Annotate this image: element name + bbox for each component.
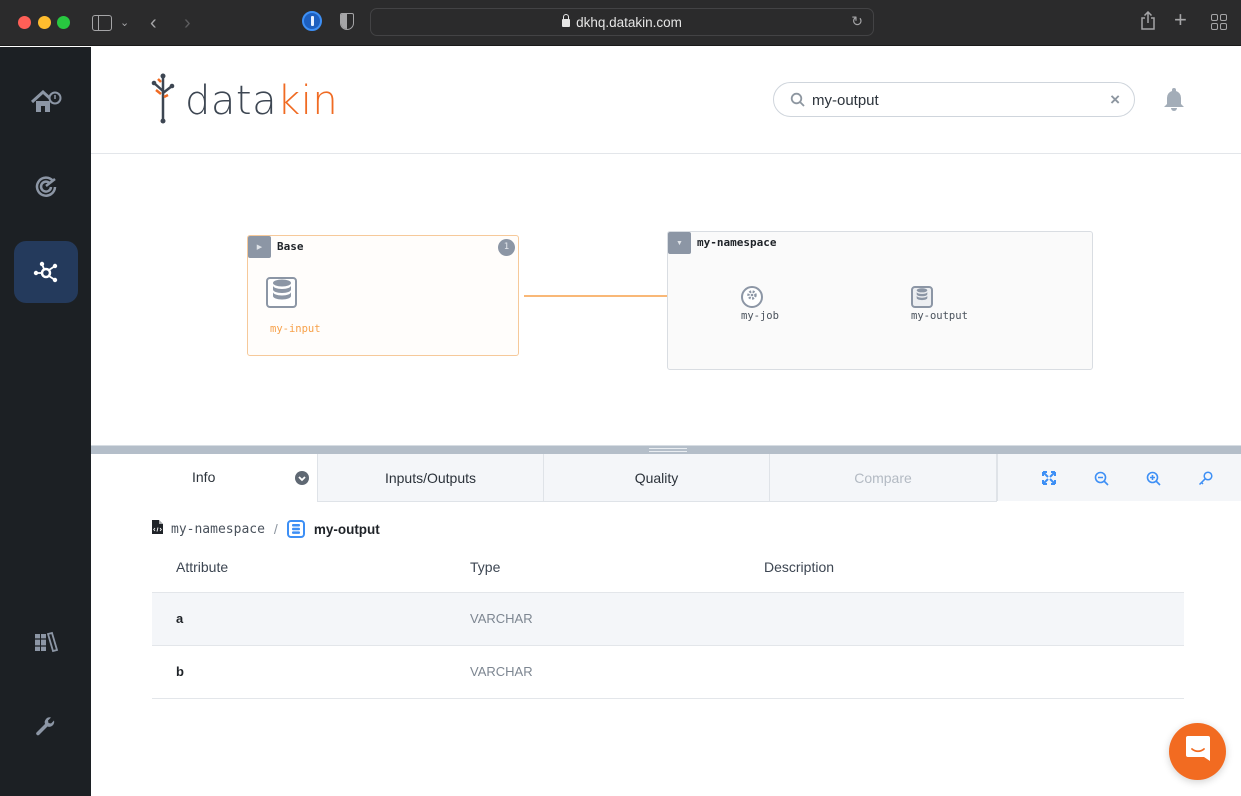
breadcrumb-separator: / [273,521,278,537]
tab-label: Compare [854,469,912,486]
database-icon [916,288,928,306]
database-icon [272,279,292,306]
tab-overview-icon[interactable] [1211,14,1227,30]
group-base[interactable]: ▶ Base 1 my-input [247,235,519,356]
node-label-my-job[interactable]: my-job [741,310,779,322]
privacy-shield-icon[interactable] [340,13,354,30]
home-alert-icon [30,89,62,115]
table-header: Attribute Type Description [152,548,1184,593]
nav-item-home[interactable] [14,71,78,133]
nav-item-settings[interactable] [14,697,78,759]
share-icon[interactable] [1140,10,1156,38]
tab-info[interactable]: Info [91,454,318,502]
zoom-in-icon[interactable] [1144,469,1162,487]
graph-nodes-icon [32,260,60,284]
cell-attribute: b [176,664,184,679]
group-my-namespace[interactable]: ▼ my-namespace my-job my-output [667,231,1093,370]
app-header: datakin × [91,47,1241,154]
breadcrumb-dataset: my-output [313,521,380,537]
group-title: Base [277,240,304,253]
reload-icon[interactable]: ↻ [851,13,863,30]
group-title: my-namespace [697,236,777,249]
back-icon[interactable]: ‹ [150,11,157,35]
minimize-window-button[interactable] [38,16,51,29]
close-window-button[interactable] [18,16,31,29]
graph-toolbar [997,454,1241,501]
tree-logo-icon [151,71,175,130]
new-tab-icon[interactable]: + [1174,8,1187,32]
chat-bubble-icon [1185,735,1211,768]
tab-label: Info [192,469,216,485]
group-count-badge: 1 [498,239,515,256]
column-header-attribute[interactable]: Attribute [176,559,228,575]
zoom-window-button[interactable] [57,16,70,29]
tab-label: Quality [634,469,679,486]
nav-item-lineage[interactable] [14,241,78,303]
table-row[interactable]: a VARCHAR [152,593,1184,646]
node-my-output[interactable] [911,286,933,308]
node-my-job[interactable] [741,286,763,308]
logo-text-kin: kin [277,77,339,124]
lineage-graph[interactable]: ▶ Base 1 my-input ▼ my-namespace my-job … [91,155,1241,445]
cell-type: VARCHAR [470,611,533,626]
breadcrumb: my-namespace / my-output [152,519,380,539]
dataset-icon [286,520,305,538]
column-header-description[interactable]: Description [764,559,834,575]
schema-table: Attribute Type Description a VARCHAR b V… [152,548,1184,699]
lock-icon [562,14,571,27]
cell-type: VARCHAR [470,664,533,679]
gear-icon [746,288,758,306]
grip-icon [649,448,687,452]
detail-tabs: Info Inputs/Outputs Quality Compare [91,454,1241,502]
wrench-icon [34,716,58,740]
tab-label: Inputs/Outputs [384,469,477,486]
logo-wordmark: datakin [185,75,338,127]
nav-item-quality[interactable] [14,155,78,217]
fit-to-screen-icon[interactable] [1040,469,1058,487]
node-my-input[interactable] [266,277,297,308]
target-icon [34,174,58,198]
address-bar[interactable]: dkhq.datakin.com ↻ [370,8,874,36]
forward-icon[interactable]: › [184,11,191,35]
chevron-down-icon[interactable] [295,471,309,485]
clear-search-icon[interactable]: × [1110,90,1120,110]
node-label-my-input[interactable]: my-input [270,323,321,335]
tab-compare[interactable]: Compare [770,454,997,502]
search-input[interactable] [812,89,1092,111]
tab-quality[interactable]: Quality [544,454,770,502]
breadcrumb-namespace[interactable]: my-namespace [171,522,265,537]
library-icon [33,631,59,653]
key-icon[interactable] [1196,469,1214,487]
expand-group-toggle[interactable]: ▶ [248,236,271,258]
search-box[interactable]: × [773,82,1135,117]
logo-text-data: data [185,77,278,124]
chat-launcher-button[interactable] [1169,723,1226,780]
nav-item-catalog[interactable] [14,611,78,673]
panel-resize-handle[interactable] [91,445,1241,454]
datakin-logo[interactable]: datakin [151,71,338,130]
namespace-file-icon [152,519,163,539]
node-label-my-output[interactable]: my-output [911,310,968,322]
column-header-type[interactable]: Type [470,559,500,575]
sidebar-toggle-icon[interactable] [92,15,112,31]
table-row[interactable]: b VARCHAR [152,646,1184,699]
password-manager-icon[interactable] [302,11,322,31]
notifications-bell-icon[interactable] [1163,86,1185,117]
tab-inputs-outputs[interactable]: Inputs/Outputs [318,454,544,502]
cell-attribute: a [176,611,184,626]
zoom-out-icon[interactable] [1092,469,1110,487]
url-text: dkhq.datakin.com [576,15,682,30]
browser-toolbar: ⌄ ‹ › dkhq.datakin.com ↻ + [0,0,1241,46]
left-nav [0,47,91,796]
search-icon [790,92,806,113]
collapse-group-toggle[interactable]: ▼ [668,232,691,254]
chevron-down-icon[interactable]: ⌄ [120,11,129,35]
